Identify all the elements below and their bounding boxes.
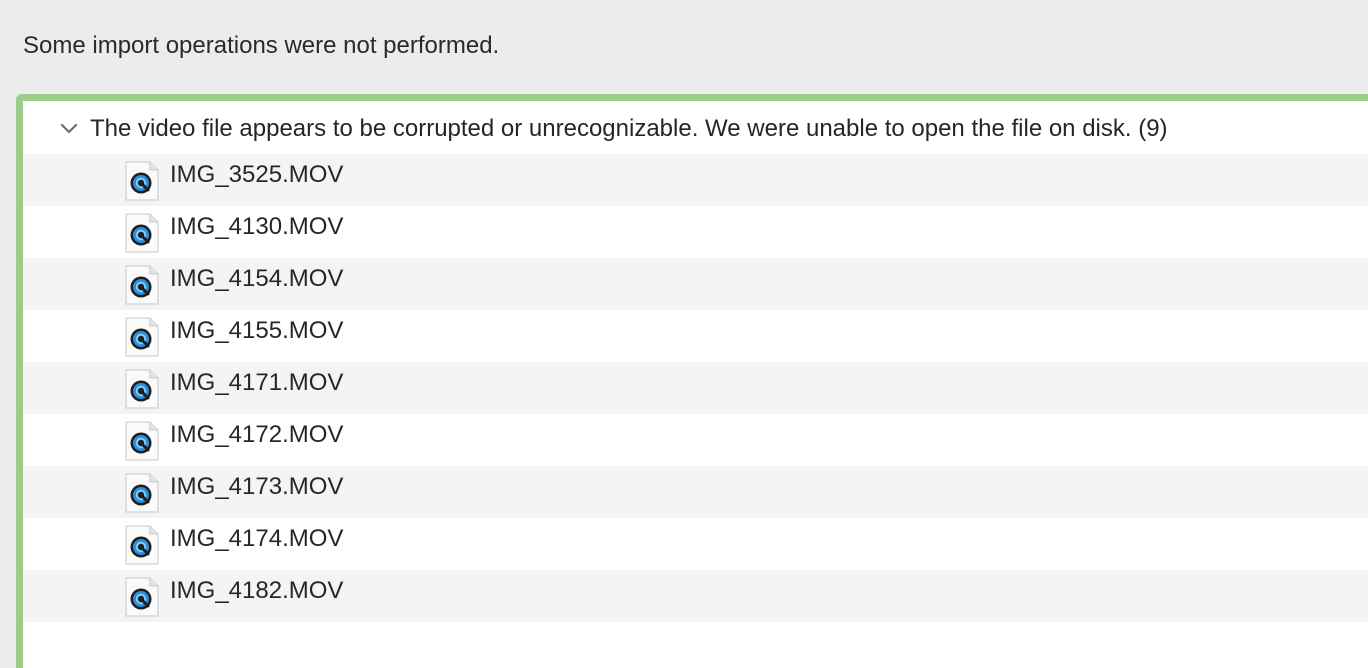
quicktime-movie-file-icon [125,525,159,565]
file-row[interactable]: IMG_4173.MOV [23,466,1368,518]
file-row[interactable]: IMG_4182.MOV [23,570,1368,622]
file-row[interactable]: IMG_3525.MOV [23,154,1368,206]
quicktime-movie-file-icon [125,421,159,461]
file-name: IMG_4174.MOV [170,525,344,552]
quicktime-movie-file-icon [125,213,159,253]
quicktime-movie-file-icon [125,161,159,201]
file-row[interactable]: IMG_4154.MOV [23,258,1368,310]
file-name: IMG_4130.MOV [170,213,344,240]
quicktime-movie-file-icon [125,317,159,357]
quicktime-movie-file-icon [125,577,159,617]
file-name: IMG_4172.MOV [170,421,344,448]
file-row[interactable]: IMG_4130.MOV [23,206,1368,258]
import-errors-window: Some import operations were not performe… [0,0,1368,668]
file-name: IMG_4173.MOV [170,473,344,500]
quicktime-movie-file-icon [125,265,159,305]
chevron-down-icon[interactable] [60,123,78,135]
file-row[interactable]: IMG_4172.MOV [23,414,1368,466]
error-group-label: The video file appears to be corrupted o… [90,115,1168,142]
file-list: IMG_3525.MOV IMG_4130.MOV IMG_4154.MOV I… [23,154,1368,622]
file-row[interactable]: IMG_4171.MOV [23,362,1368,414]
error-outline-view[interactable]: The video file appears to be corrupted o… [16,94,1368,668]
quicktime-movie-file-icon [125,369,159,409]
file-name: IMG_4155.MOV [170,317,344,344]
file-row[interactable]: IMG_4174.MOV [23,518,1368,570]
file-row[interactable]: IMG_4155.MOV [23,310,1368,362]
file-name: IMG_3525.MOV [170,161,344,188]
file-name: IMG_4171.MOV [170,369,344,396]
file-name: IMG_4182.MOV [170,577,344,604]
status-message: Some import operations were not performe… [23,32,500,59]
error-group-row[interactable]: The video file appears to be corrupted o… [23,101,1368,154]
quicktime-movie-file-icon [125,473,159,513]
file-name: IMG_4154.MOV [170,265,344,292]
